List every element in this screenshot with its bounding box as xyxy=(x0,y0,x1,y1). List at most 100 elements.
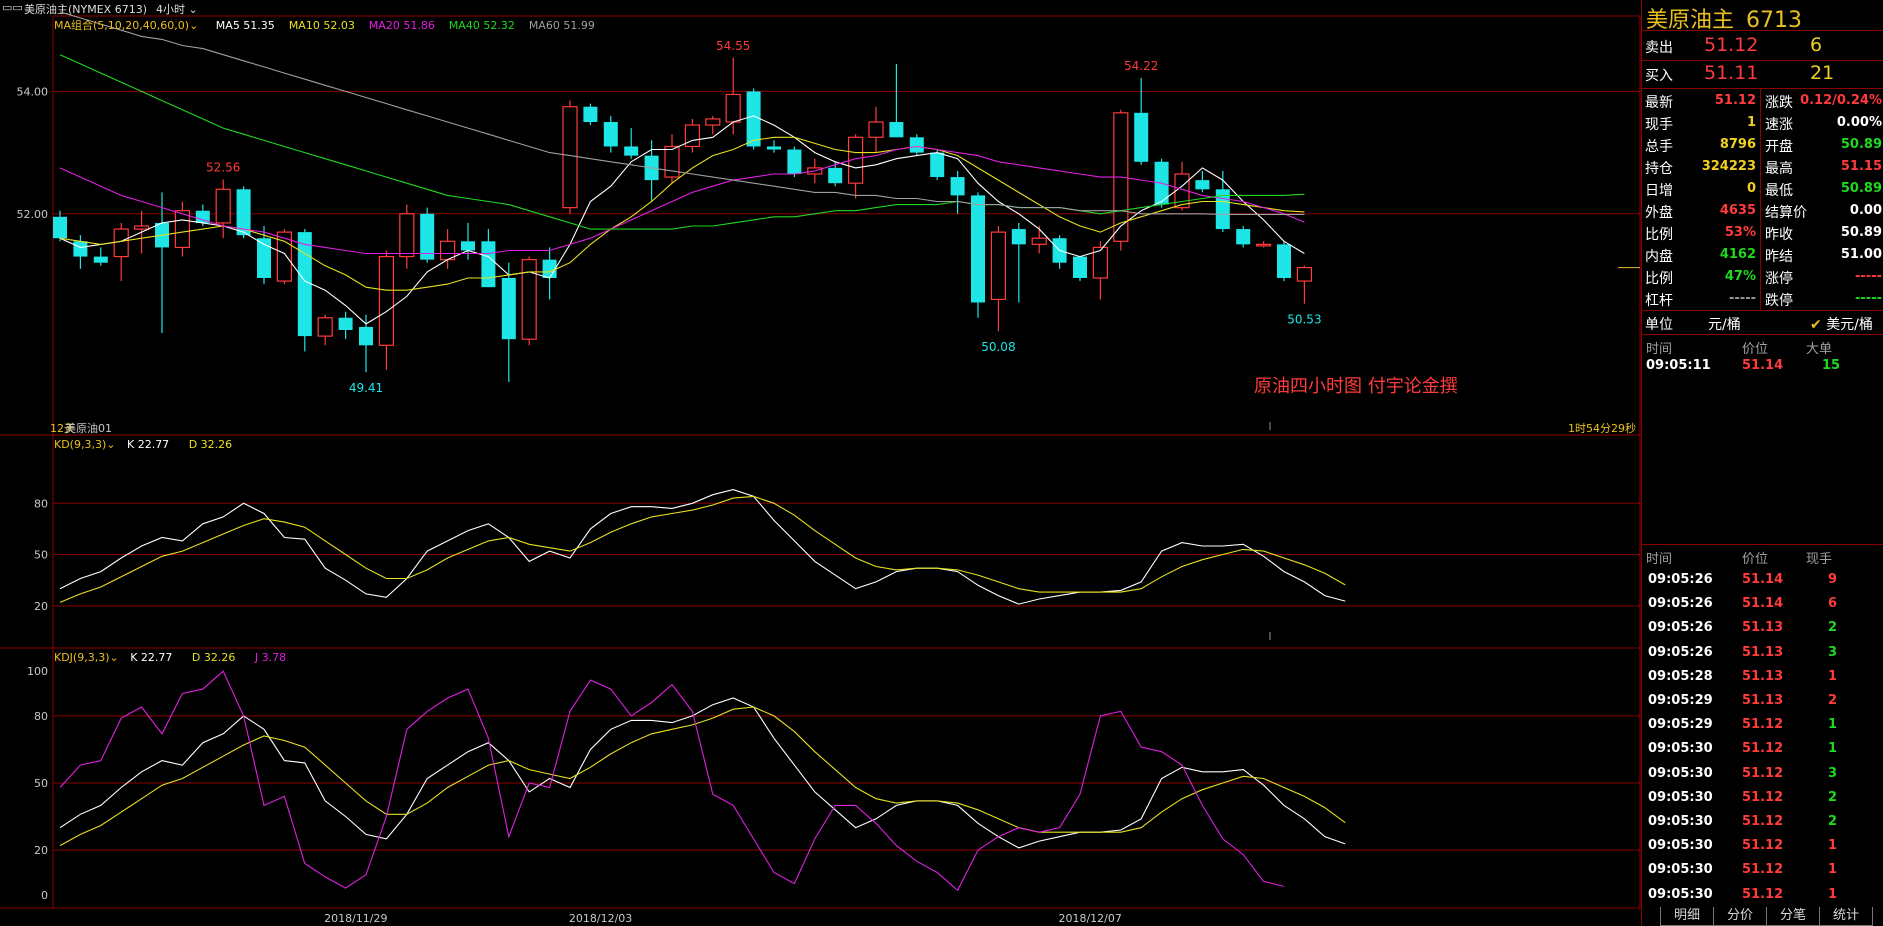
field-label-right: 最低 xyxy=(1765,183,1793,199)
price-annotation: 54.55 xyxy=(716,39,750,53)
hdr-price: 价位 xyxy=(1742,342,1769,357)
price-annotation: 52.56 xyxy=(206,161,240,175)
big-order-row[interactable]: 09:05:11 51.14 15 xyxy=(1642,358,1883,382)
candle-body xyxy=(767,146,781,150)
trade-row: 09:05:29 51.12 1 xyxy=(1642,717,1883,741)
hdr-big: 大单 xyxy=(1806,342,1833,357)
field-value: 0 xyxy=(1746,181,1756,196)
field-label-right: 跌停 xyxy=(1765,293,1793,309)
quote-field-row: 外盘 4635 结算价 0.00 xyxy=(1642,200,1883,222)
trade-row: 09:05:30 51.12 1 xyxy=(1642,741,1883,765)
quote-field-row: 比例 53% 昨收 50.89 xyxy=(1642,222,1883,244)
tab-price-dist[interactable]: 分价 xyxy=(1713,907,1767,926)
candle-body xyxy=(501,278,516,340)
candle-body xyxy=(399,213,415,258)
candle-body xyxy=(113,228,129,258)
field-value-right: 50.89 xyxy=(1840,181,1882,196)
hdr-price: 价位 xyxy=(1742,552,1769,567)
ma-legend-item: MA20 51.86 xyxy=(368,19,435,32)
trade-qty: 1 xyxy=(1828,668,1838,684)
hdr-qty: 现手 xyxy=(1806,552,1833,567)
candle-body xyxy=(378,255,394,346)
price-annotation: 49.41 xyxy=(349,381,383,395)
candle xyxy=(705,115,721,135)
trade-price: 51.12 xyxy=(1742,717,1784,733)
field-label-right: 昨结 xyxy=(1765,249,1793,265)
sell-qty: 6 xyxy=(1810,34,1823,56)
candle-body xyxy=(971,195,985,303)
quote-field-row: 最新 51.12 涨跌 0.12/0.24% xyxy=(1642,90,1883,112)
ma-legend-item: MA10 52.03 xyxy=(288,19,355,32)
y-tick-label: 0 xyxy=(41,889,48,902)
candle xyxy=(113,222,129,282)
chart-area[interactable]: 54.00 52.00 52.56 49.41 54.55 50.08 54.22 50.5… xyxy=(0,0,1641,926)
unit-value: 元/桶 xyxy=(1708,317,1741,333)
trade-qty: 3 xyxy=(1828,765,1838,781)
sell-price: 51.12 xyxy=(1704,34,1759,56)
trade-qty: 1 xyxy=(1828,741,1838,757)
field-value-right: 0.12/0.24% xyxy=(1800,93,1882,108)
candle xyxy=(971,192,985,318)
quote-field-row: 日增 0 最低 50.89 xyxy=(1642,178,1883,200)
trade-row: 09:05:28 51.13 1 xyxy=(1642,669,1883,693)
ma-legend: MA组合(5,10,20,40,60,0)⌄ MA5 51.35 MA10 52.… xyxy=(54,17,595,33)
candle xyxy=(1296,265,1313,304)
trade-price: 51.12 xyxy=(1742,886,1784,902)
field-label: 杠杆 xyxy=(1645,293,1673,309)
tab-ticks[interactable]: 分笔 xyxy=(1766,907,1820,926)
field-label: 持仓 xyxy=(1645,161,1673,177)
field-value: 4162 xyxy=(1719,247,1756,262)
kd-legend-name[interactable]: KD(9,3,3)⌄ xyxy=(54,438,115,451)
y-tick-label: 50 xyxy=(34,777,48,790)
candle xyxy=(1113,109,1129,251)
field-label: 比例 xyxy=(1645,271,1673,287)
trade-price: 51.12 xyxy=(1742,789,1784,805)
field-label: 总手 xyxy=(1645,139,1673,155)
trade-qty: 1 xyxy=(1828,862,1838,878)
candle xyxy=(378,250,394,370)
kd-k-value: K 22.77 xyxy=(126,438,170,451)
trade-qty: 1 xyxy=(1828,886,1838,902)
x-date-label: 2018/12/07 xyxy=(1058,912,1121,925)
tab-detail[interactable]: 明细 xyxy=(1660,907,1714,926)
candle xyxy=(950,170,965,214)
field-value: 51.12 xyxy=(1714,93,1756,108)
candle-body xyxy=(481,241,496,288)
trade-row: 09:05:26 51.13 2 xyxy=(1642,620,1883,644)
price-annotation: 54.22 xyxy=(1124,59,1158,73)
candle-body xyxy=(53,216,67,239)
ma-legend-item: MA5 51.35 xyxy=(215,19,275,32)
series-line-j xyxy=(59,670,1285,892)
trade-price: 51.13 xyxy=(1742,668,1784,684)
y-tick-label: 80 xyxy=(34,710,48,723)
candle xyxy=(93,247,108,266)
kd-legend: KD(9,3,3)⌄ K 22.77 D 32.26 xyxy=(54,438,232,451)
quote-field-row: 持仓 324223 最高 51.15 xyxy=(1642,156,1883,178)
series-line-d xyxy=(59,706,1346,847)
trade-qty: 1 xyxy=(1828,717,1838,733)
candle-body xyxy=(746,91,761,147)
trade-row: 09:05:26 51.14 9 xyxy=(1642,572,1883,596)
kdj-legend-name[interactable]: KDJ(9,3,3)⌄ xyxy=(54,651,119,664)
candle-body xyxy=(1073,256,1087,278)
candle xyxy=(420,207,435,263)
series-line-k xyxy=(59,489,1346,605)
trade-price: 51.14 xyxy=(1742,358,1784,373)
candle xyxy=(868,106,884,153)
currency-toggle[interactable]: ✔ 美元/桶 xyxy=(1810,314,1873,334)
quote-field-row: 总手 8796 开盘 50.89 xyxy=(1642,134,1883,156)
candle-body xyxy=(909,137,924,153)
candle-body xyxy=(420,213,435,260)
candle-body xyxy=(705,118,721,126)
field-label-right: 最高 xyxy=(1765,161,1793,177)
buy-qty: 21 xyxy=(1810,62,1835,84)
trade-qty: 2 xyxy=(1828,620,1838,636)
candle xyxy=(501,262,516,382)
tab-stats[interactable]: 统计 xyxy=(1819,907,1873,926)
trade-time: 09:05:29 xyxy=(1648,717,1713,733)
candle-body xyxy=(134,225,150,230)
chevron-down-icon: ⌄ xyxy=(106,438,116,451)
trade-qty: 6 xyxy=(1828,596,1838,612)
ma-legend-name[interactable]: MA组合(5,10,20,40,60,0)⌄ xyxy=(54,19,198,32)
field-value-right: 51.15 xyxy=(1840,159,1882,174)
